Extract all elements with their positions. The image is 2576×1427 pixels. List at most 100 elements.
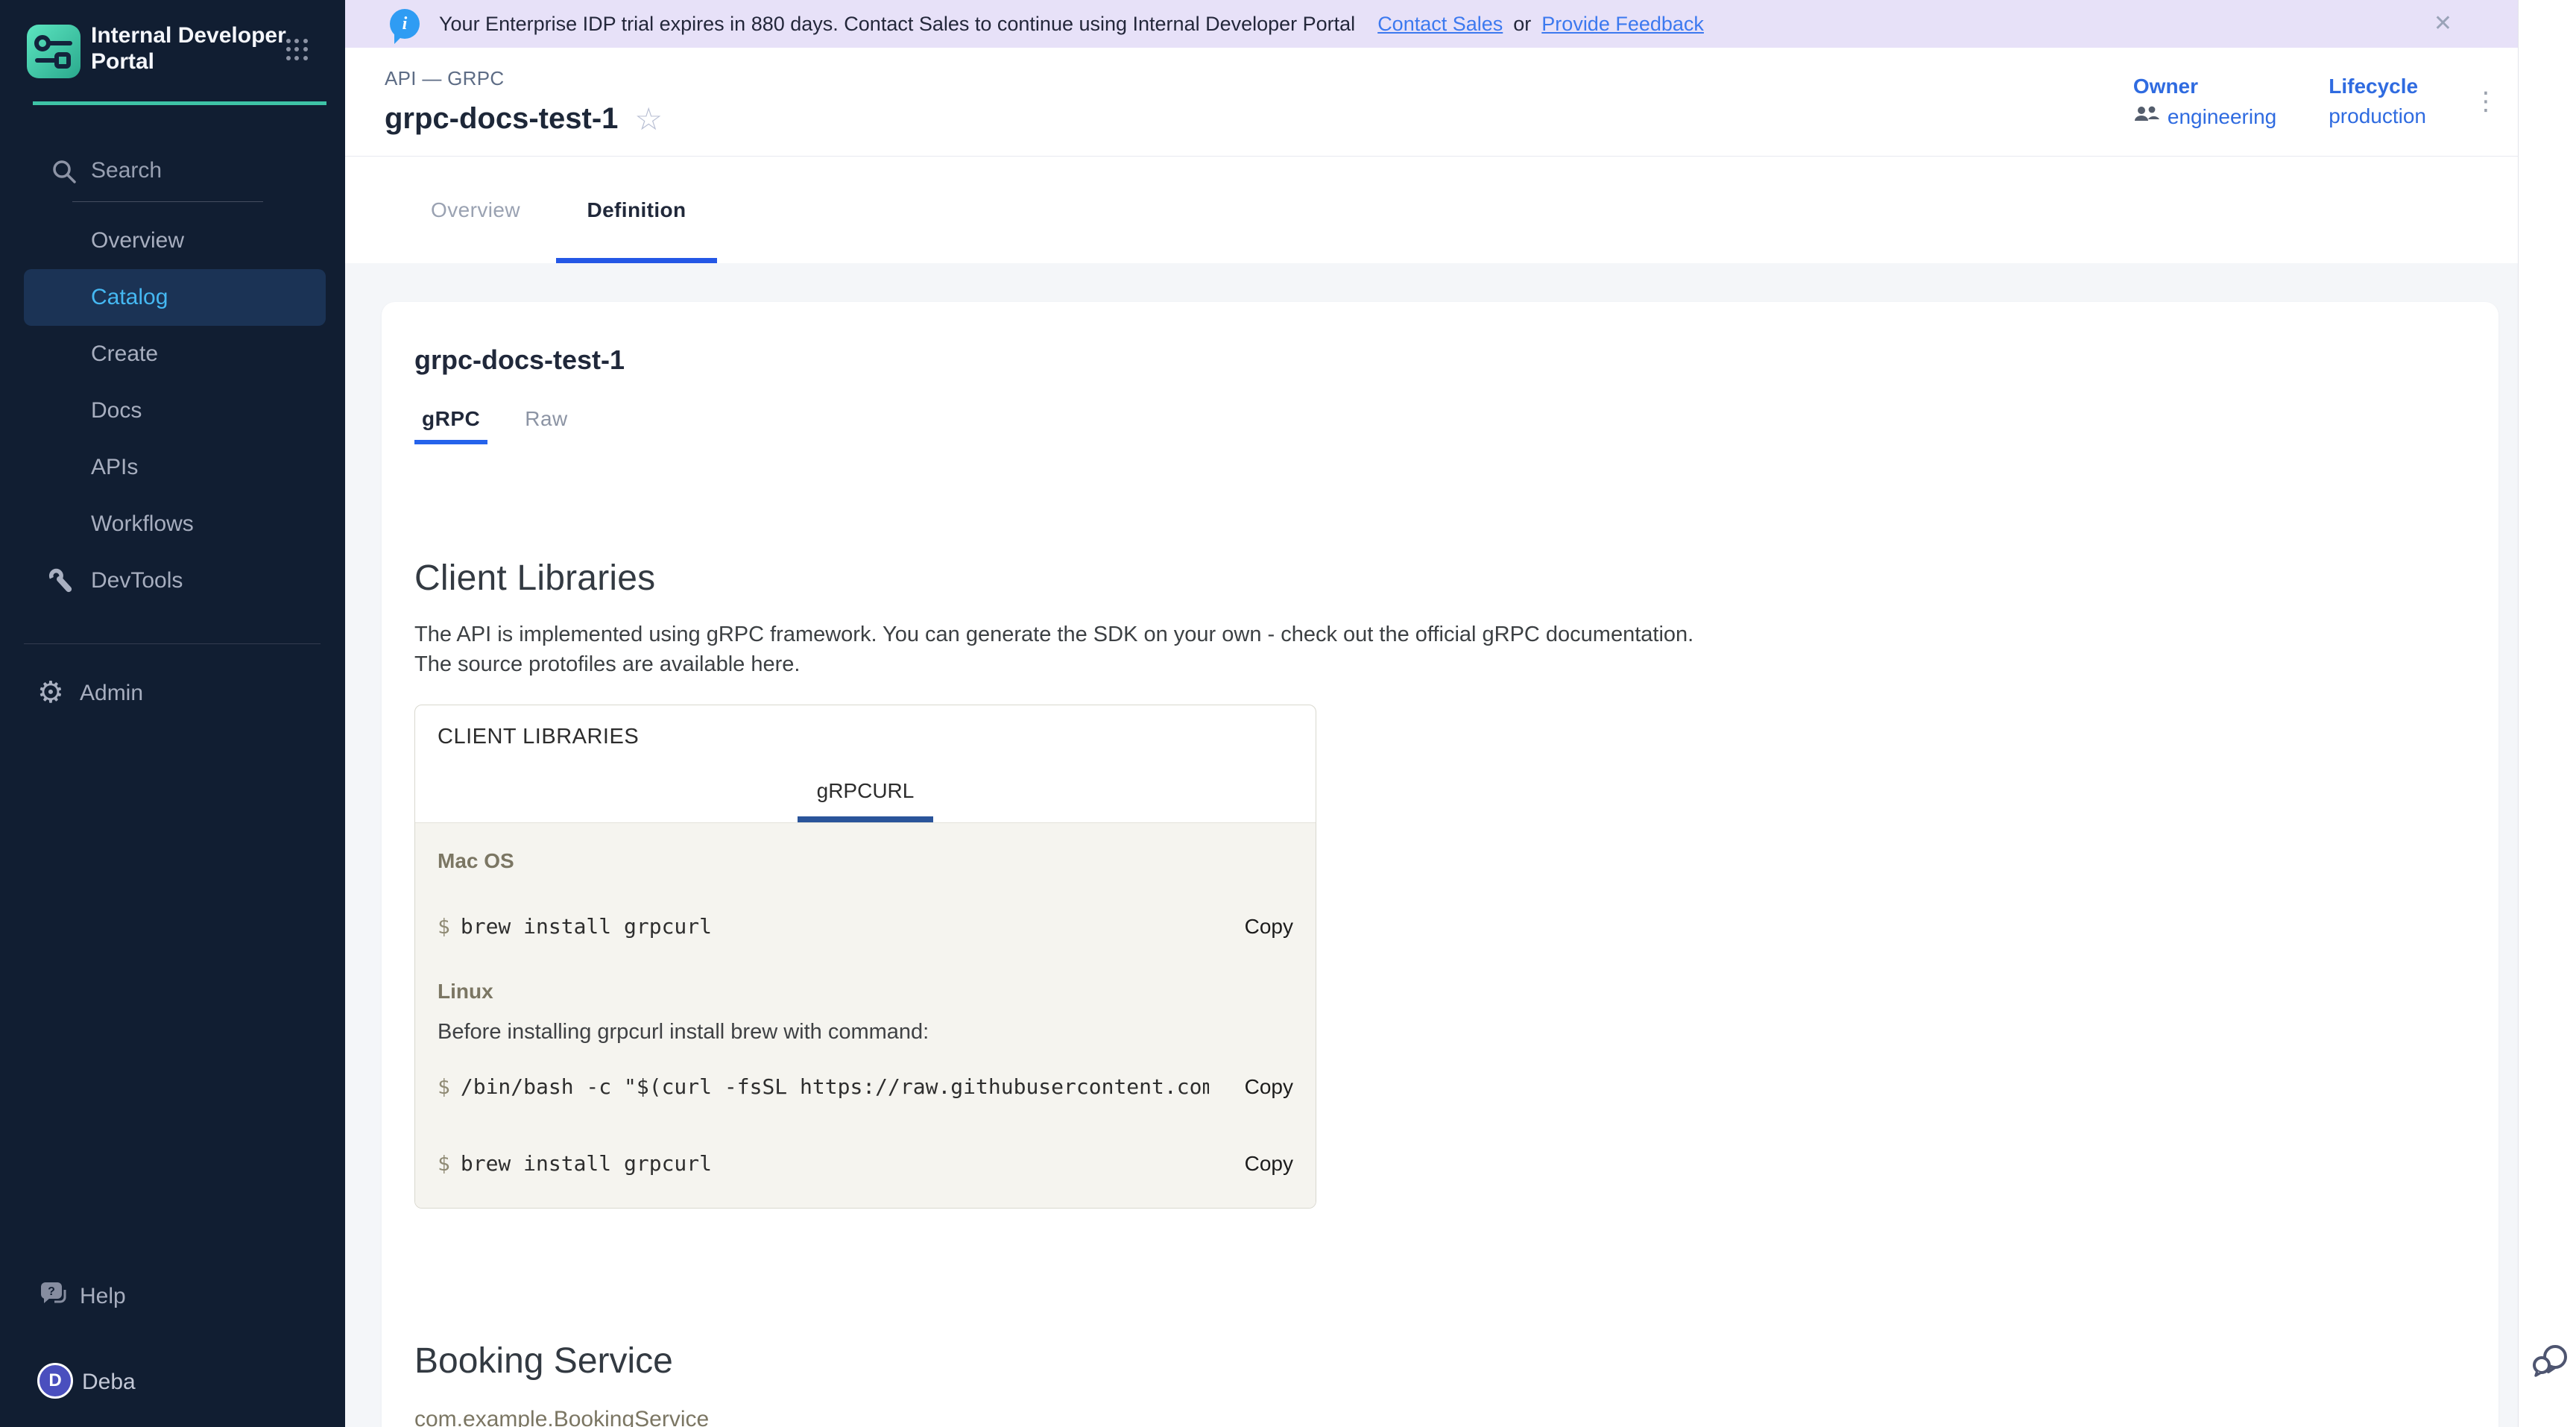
linux-intro: Before installing grpcurl install brew w… [438,1020,1293,1045]
sidebar-item-workflows[interactable]: Workflows [0,496,345,552]
sidebar-nav: Overview Catalog Create Docs APIs Workfl… [0,212,345,609]
os-title-linux: Linux [438,980,1293,1004]
booking-service-heading: Booking Service [414,1341,2498,1382]
banner-message: Your Enterprise IDP trial expires in 880… [439,13,1355,36]
app-logo-icon[interactable] [27,25,80,78]
copy-button[interactable]: Copy [1245,1152,1293,1176]
app-title-line1: Internal Developer [91,22,286,48]
owner-link[interactable]: engineering [2168,105,2276,129]
description-line: The API is implemented using gRPC framew… [414,620,2498,649]
command-string: /bin/bash -c "$(curl -fsSL https://raw.g… [461,1074,1209,1099]
client-libraries-description: The API is implemented using gRPC framew… [414,620,2498,679]
app-title-line2: Portal [91,48,286,75]
command-text: $ brew install grpcurl [438,914,712,939]
sidebar-item-label: APIs [91,455,138,480]
close-icon[interactable]: ✕ [2434,10,2452,37]
booking-service-fqn: com.example.BookingService [414,1407,2498,1427]
sidebar-item-overview[interactable]: Overview [0,212,345,269]
trial-banner: i Your Enterprise IDP trial expires in 8… [345,0,2518,48]
avatar-initial: D [48,1370,61,1391]
sidebar-item-label: Create [91,341,158,367]
shell-prompt: $ [438,1151,450,1176]
help-label: Help [80,1284,126,1309]
lifecycle-block: Lifecycle production [2329,75,2426,129]
entity-tabbar: Overview Definition [345,157,2518,263]
tab-label: gRPCURL [817,779,915,802]
description-line: The source protofiles are available here… [414,649,2498,679]
user-name: Deba [82,1370,136,1395]
tab-label: Definition [587,198,686,222]
sidebar-item-docs[interactable]: Docs [0,382,345,439]
search-divider [72,201,263,202]
sidebar-item-label: Overview [91,228,184,253]
sidebar-item-admin[interactable]: ⚙ Admin [0,665,345,722]
help-chat-icon: ? [40,1281,71,1317]
lifecycle-label: Lifecycle [2329,75,2426,98]
command-row: $ /bin/bash -c "$(curl -fsSL https://raw… [438,1074,1293,1099]
sidebar: Internal Developer Portal Search Overvie… [0,0,345,1427]
content-area: grpc-docs-test-1 gRPC Raw Client Librari… [345,263,2518,1427]
tab-label: Raw [525,407,568,430]
search-icon [49,157,79,192]
wrench-icon [46,567,75,601]
app-title: Internal Developer Portal [91,22,286,75]
provide-feedback-link[interactable]: Provide Feedback [1541,13,1704,36]
gear-icon: ⚙ [37,676,64,709]
app-root: Internal Developer Portal Search Overvie… [0,0,2576,1427]
tab-label: Overview [431,198,520,222]
help-button[interactable]: ? Help [0,1270,345,1323]
tab-grpc[interactable]: gRPC [414,407,487,444]
shell-prompt: $ [438,914,450,939]
definition-tabbar: gRPC Raw [414,407,2498,444]
copy-button[interactable]: Copy [1245,915,1293,939]
client-libraries-box: CLIENT LIBRARIES gRPCURL Mac OS $ brew i… [414,705,1316,1209]
sidebar-item-catalog[interactable]: Catalog [24,269,326,326]
sidebar-item-label: Catalog [91,285,168,310]
favorite-star-icon[interactable]: ☆ [634,104,663,134]
logo-row: Internal Developer Portal [0,0,345,104]
command-string: brew install grpcurl [461,914,712,939]
command-text: $ brew install grpcurl [438,1151,712,1176]
user-menu[interactable]: D Deba [0,1358,345,1406]
definition-card: grpc-docs-test-1 gRPC Raw Client Librari… [382,302,2498,1427]
sidebar-item-devtools[interactable]: DevTools [0,552,345,609]
svg-text:?: ? [48,1285,55,1298]
copy-button[interactable]: Copy [1245,1075,1293,1099]
lifecycle-value: production [2329,104,2426,128]
banner-or: or [1513,13,1531,36]
tab-raw[interactable]: Raw [517,407,575,444]
contact-sales-link[interactable]: Contact Sales [1377,13,1503,36]
definition-title: grpc-docs-test-1 [414,344,2498,376]
sidebar-item-create[interactable]: Create [0,326,345,382]
info-icon: i [390,9,420,39]
sidebar-item-apis[interactable]: APIs [0,439,345,496]
admin-label: Admin [80,681,143,706]
command-row: $ brew install grpcurl Copy [438,914,1293,939]
shell-prompt: $ [438,1074,450,1099]
right-gutter [2518,0,2576,1427]
brand-divider [33,101,326,105]
app-switcher-icon[interactable] [286,39,309,61]
owner-label: Owner [2133,75,2276,98]
page-header: API — GRPC grpc-docs-test-1 ☆ Owner [345,48,2518,157]
sidebar-item-label: Workflows [91,511,194,537]
entity-meta: Owner engineering [2133,75,2426,129]
tab-label: gRPC [422,407,480,430]
kebab-menu-icon[interactable]: ⋮ [2473,86,2498,116]
sidebar-item-label: Docs [91,398,142,423]
owner-block: Owner engineering [2133,75,2276,129]
client-libraries-heading: Client Libraries [414,558,2498,599]
sidebar-search[interactable]: Search [0,148,345,195]
main-region: i Your Enterprise IDP trial expires in 8… [345,0,2518,1427]
support-chat-icon[interactable] [2532,1342,2571,1383]
command-text: $ /bin/bash -c "$(curl -fsSL https://raw… [438,1074,1209,1099]
search-label: Search [91,158,162,183]
tab-overview[interactable]: Overview [395,157,556,263]
client-libraries-box-label: CLIENT LIBRARIES [415,705,1316,749]
tab-definition[interactable]: Definition [556,157,717,263]
tab-grpcurl[interactable]: gRPCURL [798,779,934,822]
sidebar-item-label: DevTools [91,568,183,593]
avatar: D [37,1363,73,1399]
os-title-macos: Mac OS [438,849,1293,873]
sidebar-divider [24,643,321,644]
